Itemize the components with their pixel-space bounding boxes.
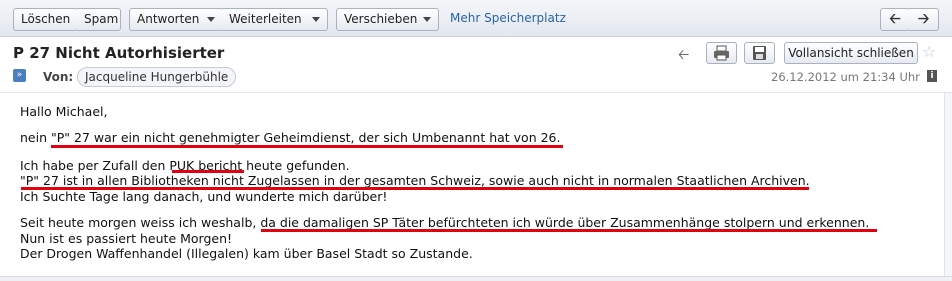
body-line-3: "P" 27 ist in allen Bibliotheken nicht Z… [20, 173, 810, 188]
move-button[interactable]: Verschieben [336, 8, 439, 31]
body-line-4: Ich Suchte Tage lang danach, und wundert… [20, 189, 388, 204]
info-icon[interactable]: i [927, 70, 937, 82]
left-arrow-icon: 🡠 [889, 11, 901, 27]
more-storage-link[interactable]: Mehr Speicherplatz [450, 8, 566, 29]
delete-button[interactable]: Löschen [13, 8, 78, 31]
back-arrow-icon[interactable]: 🡠 [678, 44, 689, 68]
star-icon[interactable]: ☆ [922, 42, 936, 61]
right-arrow-icon: 🡢 [917, 11, 930, 27]
body-greeting: Hallo Michael, [20, 104, 108, 119]
printer-icon [714, 45, 729, 61]
spam-label: Spam [84, 12, 119, 26]
chevron-down-icon [423, 17, 431, 22]
sender-chip[interactable]: Jacqueline Hungerbühle [77, 67, 237, 87]
chevron-down-icon [207, 17, 215, 22]
spam-button[interactable]: Spam [77, 8, 121, 31]
prev-message-button[interactable]: 🡠 [880, 8, 910, 31]
save-button[interactable] [744, 42, 775, 64]
body-line-7: Der Drogen Waffenhandel (Illegalen) kam … [20, 246, 473, 261]
close-fullview-button[interactable]: Vollansicht schließen [784, 42, 918, 64]
next-message-button[interactable]: 🡢 [909, 8, 939, 31]
header-divider [0, 92, 952, 93]
reply-button[interactable]: Antworten [129, 8, 223, 31]
vertical-scrollbar[interactable] [944, 93, 952, 276]
chevron-down-icon [312, 17, 320, 22]
move-label: Verschieben [344, 12, 418, 26]
red-underline [51, 145, 563, 148]
expand-icon[interactable]: » [13, 69, 26, 82]
mail-toolbar: Löschen Spam Antworten Weiterleiten Vers… [0, 0, 952, 37]
print-button[interactable] [706, 42, 737, 64]
body-line-5: Seit heute morgen weiss ich weshalb, da … [20, 215, 870, 230]
sender-name: Jacqueline Hungerbühle [85, 70, 229, 84]
close-fullview-label: Vollansicht schließen [788, 46, 914, 60]
from-label: Von: [43, 70, 74, 84]
mail-date: 26.12.2012 um 21:34 Uhr [771, 70, 920, 84]
body-line-6: Nun ist es passiert heute Morgen! [20, 231, 233, 246]
save-icon [753, 46, 766, 60]
body-line-1: nein "P" 27 war ein nicht genehmigter Ge… [20, 130, 561, 145]
mail-subject: P 27 Nicht Autorhisierter [13, 44, 225, 62]
red-underline [261, 229, 877, 232]
delete-label: Löschen [21, 12, 71, 26]
forward-button[interactable]: Weiterleiten [222, 8, 328, 31]
reply-label: Antworten [137, 12, 200, 26]
horizontal-scrollbar[interactable] [0, 276, 952, 281]
forward-label: Weiterleiten [229, 12, 302, 26]
